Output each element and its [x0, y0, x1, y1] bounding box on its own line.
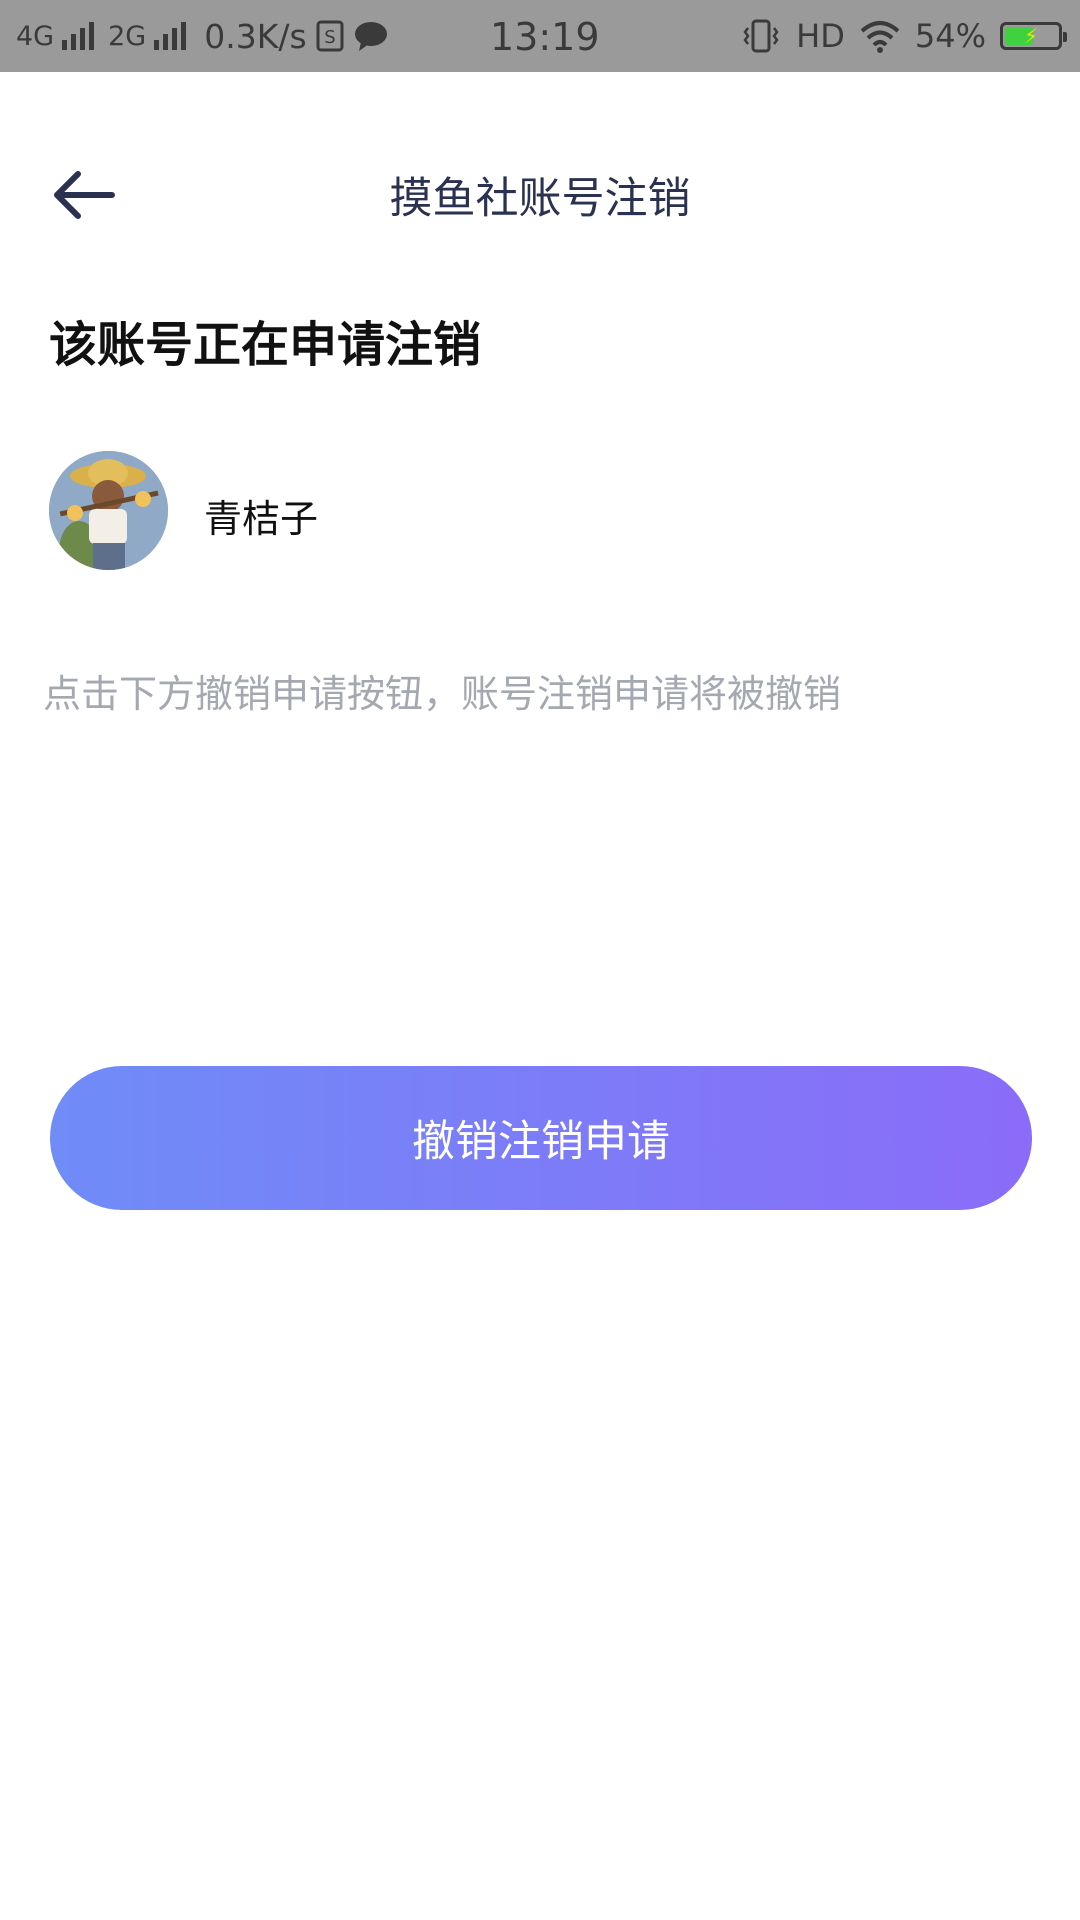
- battery-percent: 54%: [914, 17, 986, 55]
- clock: 13:19: [490, 15, 600, 59]
- svg-text:S: S: [324, 27, 335, 48]
- status-bar-left: 4G 2G 0.3K/s S: [16, 0, 389, 72]
- network-2g-label: 2G: [108, 20, 147, 52]
- charging-bolt-icon: ⚡: [1023, 24, 1039, 48]
- battery-icon: ⚡: [1000, 22, 1067, 50]
- network-speed: 0.3K/s: [204, 16, 307, 56]
- network-4g-label: 4G: [16, 20, 55, 52]
- status-bar: 4G 2G 0.3K/s S 13:19 HD 54% ⚡: [0, 0, 1080, 72]
- username: 青桔子: [204, 497, 319, 541]
- vibrate-icon: [743, 19, 779, 53]
- signal-icon: [62, 22, 95, 50]
- revoke-deletion-button-label: 撤销注销申请: [412, 1117, 670, 1167]
- avatar-image: [49, 451, 168, 570]
- chat-icon: [354, 22, 387, 51]
- revoke-deletion-button[interactable]: 撤销注销申请: [50, 1066, 1032, 1210]
- sim-icon: S: [316, 20, 344, 52]
- signal-icon: [154, 22, 187, 50]
- page-title: 摸鱼社账号注销: [389, 174, 691, 224]
- status-heading: 该账号正在申请注销: [49, 317, 482, 373]
- status-bar-right: HD 54% ⚡: [740, 0, 1067, 72]
- wifi-icon: [860, 21, 900, 53]
- hint-text: 点击下方撤销申请按钮，账号注销申请将被撤销: [43, 672, 842, 716]
- avatar: [49, 451, 168, 570]
- hd-label: HD: [796, 17, 845, 55]
